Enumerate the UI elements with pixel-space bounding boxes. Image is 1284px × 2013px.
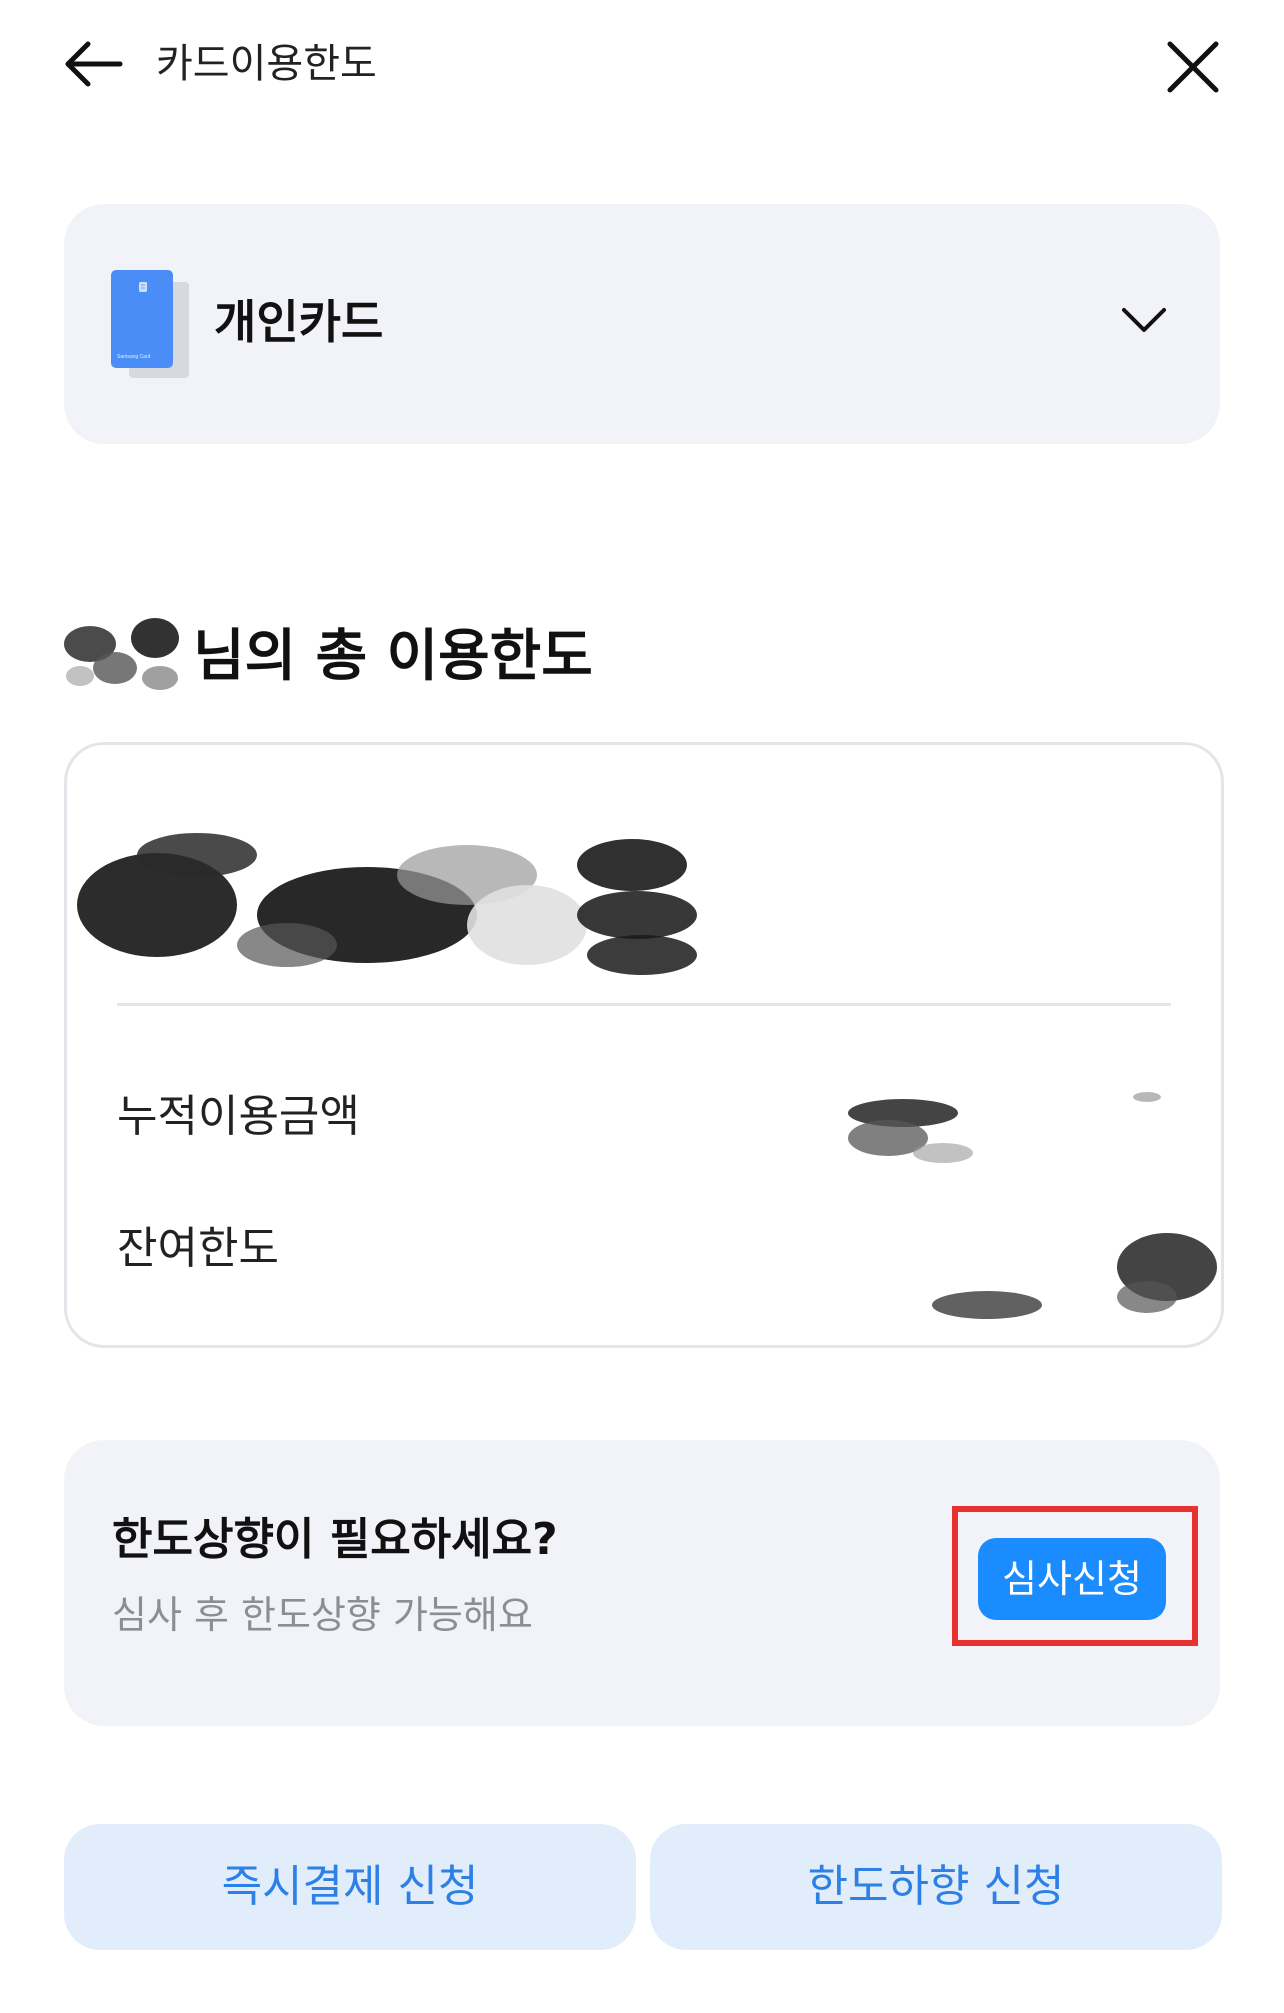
redacted-remaining-limit-value: [932, 1233, 1217, 1319]
arrow-left-icon: [65, 41, 123, 87]
redacted-total-limit-amount: [77, 833, 697, 975]
redacted-accumulated-usage-unit: [1133, 1092, 1161, 1102]
remaining-limit-label: 잔여한도: [117, 1223, 279, 1274]
total-limit-title: 님의 총 이용한도: [193, 624, 593, 689]
accumulated-usage-label: 누적이용금액: [117, 1091, 360, 1142]
instant-payment-button[interactable]: 즉시결제 신청: [64, 1824, 636, 1950]
card-icon: Samsung Card: [111, 270, 189, 378]
limit-summary-card: 누적이용금액 잔여한도: [64, 742, 1224, 1348]
limit-increase-section: 한도상향이 필요하세요? 심사 후 한도상향 가능해요 심사신청: [64, 1440, 1220, 1726]
limit-decrease-button[interactable]: 한도하향 신청: [650, 1824, 1222, 1950]
review-apply-button[interactable]: 심사신청: [978, 1538, 1166, 1620]
redacted-user-name: [64, 618, 179, 690]
selected-card-name: 개인카드: [214, 295, 384, 349]
close-button[interactable]: [1160, 34, 1226, 100]
redacted-accumulated-usage-value: [848, 1099, 973, 1163]
total-limit-heading: 님의 총 이용한도: [60, 612, 593, 692]
highlight-frame: 심사신청: [952, 1506, 1198, 1646]
chevron-down-icon: [1122, 308, 1166, 332]
card-selector-dropdown[interactable]: Samsung Card 개인카드: [64, 204, 1220, 444]
page-title: 카드이용한도: [156, 41, 377, 87]
limit-increase-subtitle: 심사 후 한도상향 가능해요: [112, 1593, 533, 1637]
close-icon: [1167, 41, 1219, 93]
limit-increase-title: 한도상향이 필요하세요?: [112, 1514, 558, 1565]
divider: [117, 1003, 1171, 1006]
back-button[interactable]: [60, 34, 130, 94]
svg-text:Samsung Card: Samsung Card: [117, 354, 151, 360]
top-app-bar: 카드이용한도: [0, 0, 1284, 130]
